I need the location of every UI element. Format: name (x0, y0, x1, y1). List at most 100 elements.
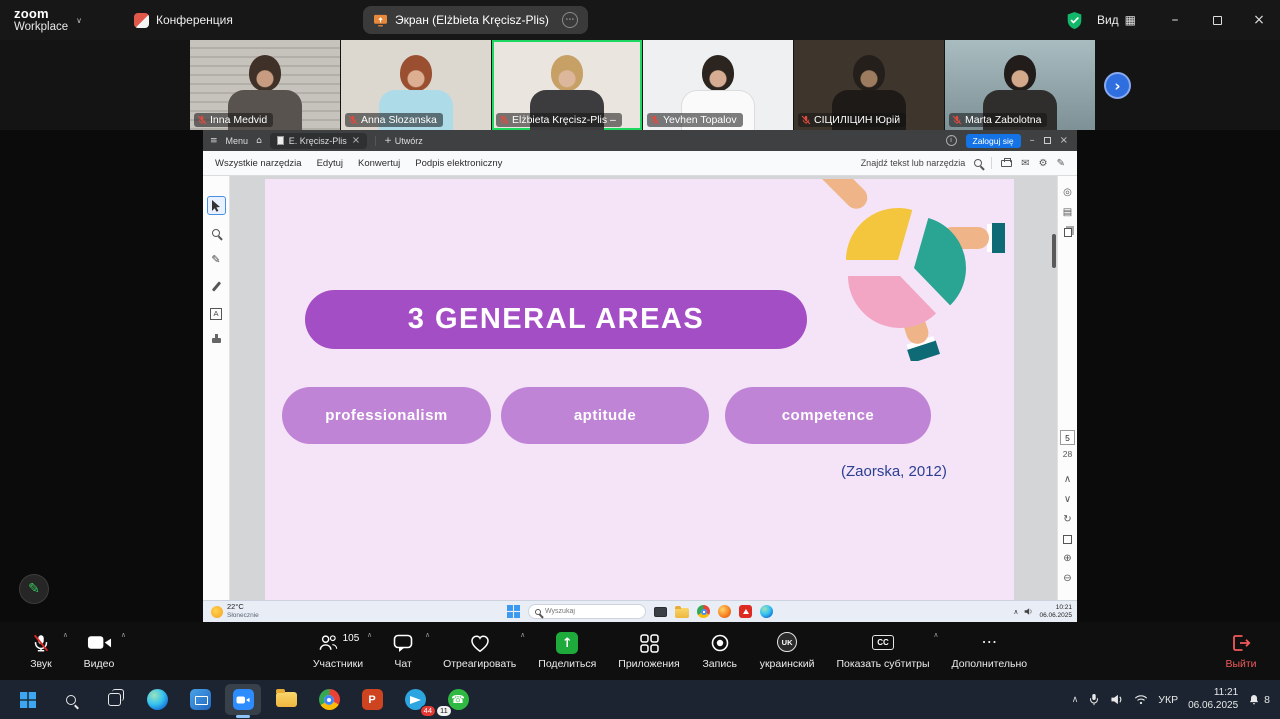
acrobat-title-bar: ≡ Menu ⌂ E. Kręcisz-Plis × + Utwórz i Za (203, 130, 1077, 151)
highlighter-tool-icon (207, 277, 226, 296)
chevron-up-icon[interactable]: ∧ (1072, 695, 1079, 705)
file-explorer-button[interactable] (268, 684, 304, 715)
view-button[interactable]: Вид ▦ (1097, 13, 1136, 27)
chevron-up-icon[interactable]: ∧ (63, 631, 68, 639)
wifi-icon[interactable] (1134, 694, 1148, 705)
edge-button[interactable] (139, 684, 175, 715)
chevron-up-icon[interactable]: ∧ (933, 631, 938, 639)
start-button[interactable] (10, 684, 46, 715)
close-icon: × (1253, 12, 1265, 28)
document-tab-title: E. Kręcisz-Plis (289, 136, 347, 146)
taskbar-clock[interactable]: 11:21 06.06.2025 (1188, 687, 1238, 712)
audio-button[interactable]: Звук ∧ (12, 622, 70, 680)
mic-muted-icon (801, 115, 811, 125)
whatsapp-badge: 11 (436, 705, 452, 717)
mic-muted-icon (650, 115, 660, 125)
bookmark-icon: ▤ (1063, 208, 1072, 218)
next-participants-button[interactable]: › (1104, 72, 1131, 99)
participant-name: Yevhen Topalov (663, 114, 737, 126)
react-button[interactable]: Отреагировать ∧ (432, 622, 527, 680)
telegram-button[interactable]: 44 (397, 684, 433, 715)
mail-app-button[interactable] (182, 684, 218, 715)
chevron-up-icon: ∧ (1064, 475, 1071, 485)
text-tool-icon: A (207, 304, 226, 323)
participants-button[interactable]: 105 Участники ∧ (302, 622, 374, 680)
powerpoint-button[interactable]: P (354, 684, 390, 715)
interpretation-button[interactable]: UK украинский (749, 622, 826, 680)
target-icon: ◎ (1063, 188, 1072, 198)
mic-muted-icon (348, 115, 358, 125)
video-button[interactable]: Видео ∧ (70, 622, 128, 680)
notification-center-button[interactable]: 8 (1248, 693, 1270, 706)
zoom-app-button[interactable] (225, 684, 261, 715)
powerpoint-icon: P (362, 689, 383, 710)
slide-pill: professionalism (282, 387, 491, 444)
chat-button[interactable]: Чат ∧ (374, 622, 432, 680)
stamp-tool-icon (207, 331, 226, 350)
chevron-up-icon: ∧ (1013, 608, 1018, 616)
captions-button[interactable]: CC Показать субтитры ∧ (825, 622, 940, 680)
share-screen-button[interactable]: ↑ Поделиться (527, 622, 607, 680)
record-label: Запись (702, 658, 736, 670)
acrobat-minimize-icon: – (1030, 135, 1035, 146)
plus-icon: + (384, 136, 392, 146)
taskbar-apps: P 44 ☎ 11 (10, 684, 476, 715)
acrobat-titlebar-right: i Zaloguj się – × (946, 134, 1071, 148)
chrome-button[interactable] (311, 684, 347, 715)
more-options-icon[interactable]: ⋯ (562, 12, 578, 28)
avatar (249, 55, 281, 91)
chevron-up-icon[interactable]: ∧ (520, 631, 525, 639)
windows-start-icon (20, 692, 36, 708)
print-icon (1001, 160, 1012, 167)
tray-mic-icon[interactable] (1088, 693, 1100, 707)
whatsapp-button[interactable]: ☎ 11 (440, 684, 476, 715)
leave-button[interactable]: Выйти (1212, 622, 1270, 680)
avatar (1004, 55, 1036, 91)
pencil-tool-icon: ✎ (207, 250, 226, 269)
taskbar-search-button[interactable] (53, 684, 89, 715)
hamburger-menu-icon: ≡ (210, 136, 218, 146)
brand-workplace: Workplace (14, 21, 68, 33)
tab-screen-share[interactable]: Экран (Elżbieta Kręcisz-Plis) ⋯ (363, 6, 588, 34)
task-view-button[interactable] (96, 684, 132, 715)
participant-tile[interactable]: СІЦИЛІЦИН Юрій (794, 40, 944, 130)
record-button[interactable]: Запись (691, 622, 749, 680)
speaker-icon[interactable] (1110, 693, 1124, 706)
chevron-up-icon[interactable]: ∧ (367, 631, 372, 639)
language-indicator[interactable]: УКР (1158, 694, 1178, 706)
participant-tile-active-speaker[interactable]: Elżbieta Kręcisz-Plis – (492, 40, 642, 130)
acrobat-restore-icon (1044, 137, 1051, 144)
chevron-up-icon[interactable]: ∧ (425, 631, 430, 639)
participant-tile[interactable]: Anna Slozanska (341, 40, 491, 130)
close-button[interactable]: × (1238, 0, 1280, 40)
chevron-down-icon[interactable]: ∨ (76, 16, 82, 25)
zoom-title-bar: zoom Workplace ∨ Конференция Экран (Elżb… (0, 0, 1280, 40)
taskbar-date: 06.06.2025 (1188, 700, 1238, 713)
zoom-control-bar: Звук ∧ Видео ∧ (0, 622, 1280, 680)
participant-tile[interactable]: Marta Zabolotna (945, 40, 1095, 130)
bell-icon (1248, 693, 1260, 706)
home-icon: ⌂ (256, 136, 262, 146)
more-button[interactable]: ⋯ Дополнительно (941, 622, 1039, 680)
participant-tile[interactable]: Yevhen Topalov (643, 40, 793, 130)
annotation-pencil-button[interactable]: ✎ (19, 574, 49, 604)
participant-name: Elżbieta Kręcisz-Plis – (512, 114, 616, 126)
chevron-up-icon[interactable]: ∧ (121, 631, 126, 639)
share-screen-icon: ↑ (556, 632, 578, 654)
apps-button[interactable]: Приложения (607, 622, 690, 680)
meeting-icon (134, 13, 149, 28)
security-shield-icon[interactable] (1066, 11, 1083, 30)
shared-date: 06.06.2025 (1039, 612, 1072, 620)
participant-name-tag: Elżbieta Kręcisz-Plis – (496, 113, 622, 127)
zoom-workplace-logo: zoom Workplace (14, 7, 68, 33)
participant-name: Inna Medvid (210, 114, 267, 126)
tab-meeting[interactable]: Конференция (124, 0, 243, 40)
captions-icon: CC (872, 635, 894, 650)
minimize-button[interactable]: – (1154, 0, 1196, 40)
controls-left: Звук ∧ Видео ∧ (12, 622, 128, 680)
task-view-icon (654, 607, 667, 617)
participant-tile[interactable]: Inna Medvid (190, 40, 340, 130)
shared-screen-video[interactable]: ≡ Menu ⌂ E. Kręcisz-Plis × + Utwórz i Za (203, 130, 1077, 622)
maximize-button[interactable] (1196, 0, 1238, 40)
desktop-search-input (545, 608, 635, 615)
